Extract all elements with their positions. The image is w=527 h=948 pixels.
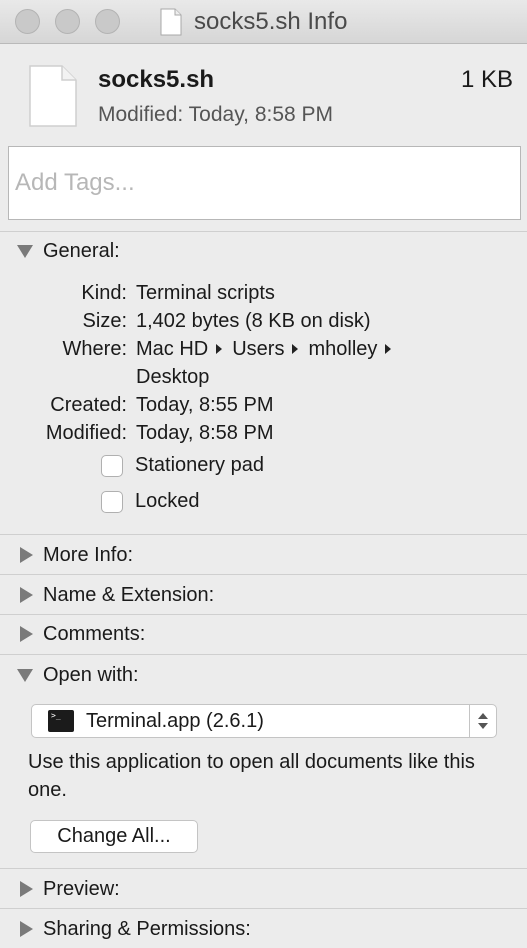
file-header: socks5.sh 1 KB Modified: Today, 8:58 PM <box>0 44 527 142</box>
disclosure-open-icon <box>17 668 33 682</box>
file-name: socks5.sh <box>98 66 215 93</box>
stationery-pad-option[interactable]: Stationery pad <box>101 454 264 477</box>
section-more-info-toggle[interactable]: More Info: <box>0 537 527 573</box>
modified-value: Today, 8:58 PM <box>136 422 274 444</box>
disclosure-closed-icon <box>20 547 33 563</box>
close-button[interactable] <box>15 9 40 34</box>
change-all-button[interactable]: Change All... <box>30 820 198 853</box>
terminal-icon: >_ <box>48 710 74 732</box>
size-value: 1,402 bytes (8 KB on disk) <box>136 310 371 332</box>
title-bar[interactable]: socks5.sh Info <box>0 0 527 44</box>
created-value: Today, 8:55 PM <box>136 394 274 416</box>
path-separator-icon <box>385 343 392 354</box>
window-title-group: socks5.sh Info <box>160 6 347 38</box>
locked-checkbox[interactable] <box>101 490 123 513</box>
section-preview-toggle[interactable]: Preview: <box>0 871 527 907</box>
divider <box>0 614 527 615</box>
section-comments-label: Comments: <box>43 622 146 645</box>
kind-label: Kind: <box>81 282 127 304</box>
where-path: Mac HD Users mholley <box>136 338 401 361</box>
stationery-pad-checkbox[interactable] <box>101 454 123 477</box>
divider <box>0 231 527 232</box>
section-name-extension-label: Name & Extension: <box>43 583 215 606</box>
section-open-with-label: Open with: <box>43 663 139 686</box>
created-label: Created: <box>50 394 127 416</box>
stationery-pad-label: Stationery pad <box>135 454 264 476</box>
path-item[interactable]: Mac HD <box>136 338 208 360</box>
modified-label: Modified: <box>45 422 127 444</box>
section-general-label: General: <box>43 239 120 262</box>
document-icon <box>160 8 182 36</box>
disclosure-closed-icon <box>20 587 33 603</box>
open-with-app-label: Terminal.app (2.6.1) <box>86 709 264 732</box>
where-label: Where: <box>62 338 127 360</box>
section-open-with-toggle[interactable]: Open with: <box>0 657 527 693</box>
open-with-help-text: Use this application to open all documen… <box>28 751 475 801</box>
locked-option[interactable]: Locked <box>101 490 200 513</box>
divider <box>0 534 527 535</box>
divider <box>0 574 527 575</box>
window-title: socks5.sh Info <box>194 8 348 35</box>
divider <box>0 654 527 655</box>
section-comments-toggle[interactable]: Comments: <box>0 616 527 652</box>
divider <box>0 908 527 909</box>
path-separator-icon <box>292 343 299 354</box>
section-more-info-label: More Info: <box>43 543 134 566</box>
file-modified-summary: Modified: Today, 8:58 PM <box>98 103 334 126</box>
section-name-extension-toggle[interactable]: Name & Extension: <box>0 577 527 613</box>
disclosure-closed-icon <box>20 921 33 937</box>
kind-value: Terminal scripts <box>136 282 275 304</box>
disclosure-closed-icon <box>20 881 33 897</box>
locked-label: Locked <box>135 490 200 512</box>
disclosure-open-icon <box>17 244 33 258</box>
path-separator-icon <box>216 343 223 354</box>
disclosure-closed-icon <box>20 626 33 642</box>
section-sharing-label: Sharing & Permissions: <box>43 917 251 940</box>
size-label: Size: <box>82 310 127 332</box>
select-stepper-icon <box>469 705 496 737</box>
file-document-icon <box>29 65 77 127</box>
file-size: 1 KB <box>460 66 513 93</box>
section-preview-label: Preview: <box>43 877 120 900</box>
minimize-button[interactable] <box>55 9 80 34</box>
path-item[interactable]: mholley <box>308 338 377 360</box>
path-item[interactable]: Users <box>232 338 284 360</box>
zoom-button[interactable] <box>95 9 120 34</box>
tags-input[interactable] <box>8 146 521 220</box>
path-item[interactable]: Desktop <box>136 366 209 389</box>
section-general-toggle[interactable]: General: <box>0 233 527 269</box>
divider <box>0 868 527 869</box>
section-sharing-toggle[interactable]: Sharing & Permissions: <box>0 911 527 947</box>
open-with-app-select[interactable]: >_ Terminal.app (2.6.1) <box>31 704 497 738</box>
